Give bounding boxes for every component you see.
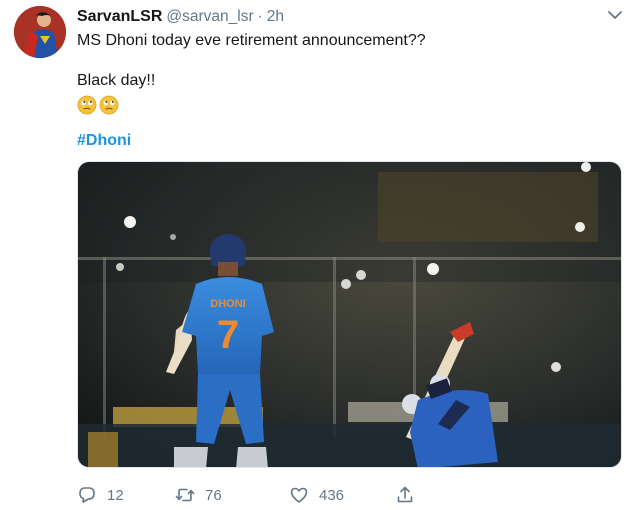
avatar[interactable]	[14, 6, 66, 58]
heart-icon	[290, 487, 308, 503]
cricket-photo: DHONI 7	[78, 162, 621, 467]
chevron-down-icon[interactable]	[606, 8, 624, 22]
superman-avatar-icon	[14, 6, 66, 58]
emoji-row	[77, 94, 597, 116]
tweet-text-line: Black day!!	[77, 72, 156, 89]
reply-count: 12	[107, 486, 124, 504]
display-name[interactable]: SarvanLSR	[77, 8, 162, 26]
retweet-icon	[175, 488, 195, 502]
reply-icon	[79, 487, 95, 503]
tweet-text-line: MS Dhoni today eve retirement announceme…	[77, 32, 426, 49]
separator-dot: ·	[257, 8, 263, 25]
like-button[interactable]: 436	[289, 482, 344, 508]
jersey-name: DHONI	[210, 298, 245, 310]
face-with-rolling-eyes-emoji	[99, 95, 119, 115]
tweet-actions: 12 76 436	[77, 482, 497, 508]
reply-button[interactable]: 12	[77, 482, 124, 508]
tweet-header: SarvanLSR @sarvan_lsr · 2h	[77, 6, 284, 28]
retweet-count: 76	[205, 486, 222, 504]
tweet-media-photo[interactable]: DHONI 7	[77, 161, 622, 468]
tweet-text: MS Dhoni today eve retirement announceme…	[77, 30, 597, 116]
share-icon	[397, 486, 413, 503]
jersey-number: 7	[217, 313, 239, 357]
user-handle[interactable]: @sarvan_lsr	[166, 8, 253, 26]
hashtag-link[interactable]: #Dhoni	[77, 132, 131, 150]
tweet-timestamp[interactable]: 2h	[267, 8, 284, 26]
share-button[interactable]	[395, 482, 415, 508]
retweet-button[interactable]: 76	[175, 482, 222, 508]
face-with-rolling-eyes-emoji	[77, 95, 97, 115]
like-count: 436	[319, 486, 345, 504]
